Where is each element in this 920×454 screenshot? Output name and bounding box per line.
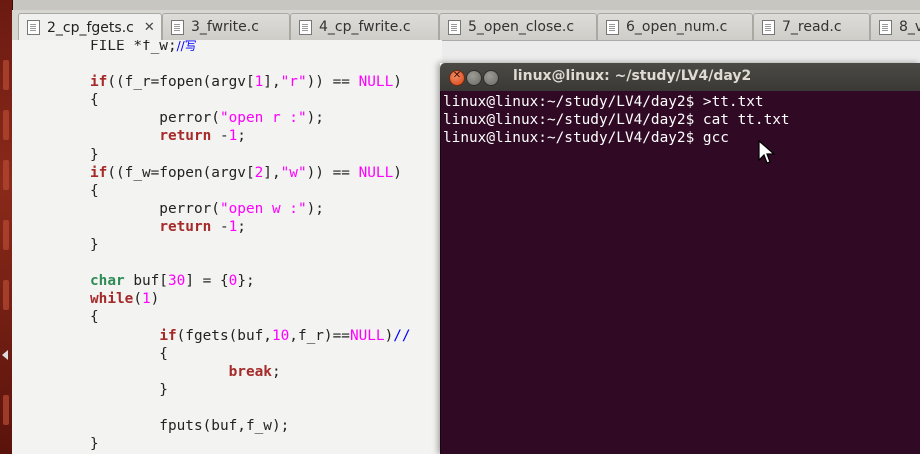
minimize-window-button[interactable] <box>466 70 482 86</box>
document-icon <box>299 19 312 35</box>
terminal-title: linux@linux: ~/study/LV4/day2 <box>513 68 752 84</box>
document-icon <box>606 19 619 35</box>
launcher-item[interactable] <box>3 280 9 310</box>
tab-label: 2_cp_fgets.c <box>47 19 134 36</box>
window-top-edge <box>12 0 920 10</box>
code-comment: //写 <box>176 40 197 53</box>
terminal-window[interactable]: ✕ linux@linux: ~/study/LV4/day2 linux@li… <box>440 63 920 454</box>
maximize-window-button[interactable] <box>483 70 499 86</box>
terminal-title-bar[interactable]: ✕ linux@linux: ~/study/LV4/day2 <box>440 63 920 91</box>
document-icon <box>762 19 775 35</box>
code-line-1: FILE *f_w; <box>90 40 177 54</box>
document-icon <box>879 19 892 35</box>
tab-8[interactable]: 8_v <box>870 13 920 40</box>
launcher-item[interactable] <box>3 60 9 90</box>
tab-label: 6_open_num.c <box>626 19 728 35</box>
close-icon[interactable]: ✕ <box>144 20 155 35</box>
terminal-line: linux@linux:~/study/LV4/day2$ cat tt.txt <box>443 112 790 128</box>
tab-label: 8_v <box>899 19 920 35</box>
tab-5-open-close[interactable]: 5_open_close.c <box>439 13 597 40</box>
close-window-button[interactable]: ✕ <box>449 70 465 86</box>
terminal-line: linux@linux:~/study/LV4/day2$ gcc <box>443 130 729 146</box>
document-icon <box>448 19 461 35</box>
tab-label: 5_open_close.c <box>468 19 575 35</box>
tab-7-read[interactable]: 7_read.c <box>753 13 870 40</box>
mouse-pointer-icon <box>758 140 776 164</box>
code-editor[interactable]: FILE *f_w;//写 if((f_r=fopen(argv[1],"r")… <box>12 40 442 454</box>
launcher-item[interactable] <box>3 110 9 140</box>
source-code[interactable]: FILE *f_w;//写 if((f_r=fopen(argv[1],"r")… <box>90 40 411 453</box>
tab-2-cp-fgets[interactable]: 2_cp_fgets.c ✕ <box>18 13 162 41</box>
launcher-item[interactable] <box>3 160 9 190</box>
tab-label: 7_read.c <box>782 19 842 35</box>
tab-3-fwrite[interactable]: 3_fwrite.c <box>162 13 290 40</box>
terminal-output[interactable]: linux@linux:~/study/LV4/day2$ >tt.txt li… <box>440 91 920 454</box>
document-icon <box>171 19 184 35</box>
tab-6-open-num[interactable]: 6_open_num.c <box>597 13 753 40</box>
launcher-item[interactable] <box>3 220 9 250</box>
editor-tab-bar: 2_cp_fgets.c ✕ 3_fwrite.c 4_cp_fwrite.c … <box>12 10 920 41</box>
tab-4-cp-fwrite[interactable]: 4_cp_fwrite.c <box>290 13 439 40</box>
launcher-item[interactable] <box>3 395 9 425</box>
tab-label: 3_fwrite.c <box>191 19 259 35</box>
close-icon: ✕ <box>452 70 462 81</box>
terminal-line: linux@linux:~/study/LV4/day2$ >tt.txt <box>443 94 764 110</box>
launcher-arrow-icon <box>2 350 8 360</box>
tab-label: 4_cp_fwrite.c <box>319 19 411 35</box>
document-icon <box>27 20 40 35</box>
